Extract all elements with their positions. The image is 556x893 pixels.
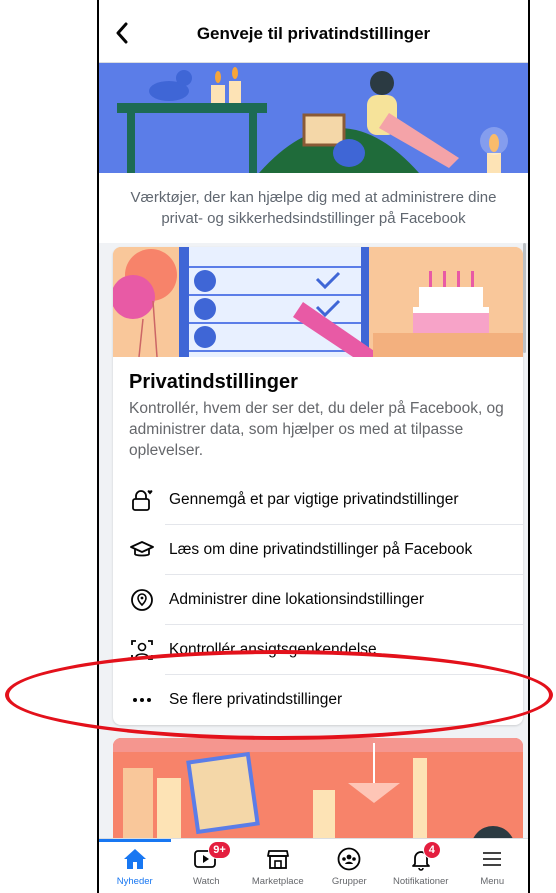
top-header: Genveje til privatindstillinger xyxy=(99,0,528,63)
hamburger-menu-icon xyxy=(478,846,506,872)
tab-notifications[interactable]: 4 Notifikationer xyxy=(385,839,457,893)
tab-groups[interactable]: Grupper xyxy=(314,839,386,893)
next-card-illustration xyxy=(113,738,523,838)
privacy-settings-card: Privatindstillinger Kontrollér, hvem der… xyxy=(113,247,523,725)
phone-screen: Genveje til privatindstillinger Værktøje… xyxy=(97,0,530,893)
option-label: Administrer dine lokationsindstillinger xyxy=(169,591,425,608)
option-location-settings[interactable]: Administrer dine lokationsindstillinger xyxy=(113,575,523,625)
tab-label: Watch xyxy=(192,876,220,887)
tab-label: Notifikationer xyxy=(393,876,449,887)
tab-label: Menu xyxy=(480,876,505,887)
intro-text: Værktøjer, der kan hjælpe dig med at adm… xyxy=(99,173,528,243)
tab-news-feed[interactable]: Nyheder xyxy=(99,839,171,893)
bell-icon: 4 xyxy=(407,841,441,872)
bottom-tab-bar: Nyheder 9+ Watch Marketplace Grupper 4 N… xyxy=(99,838,528,893)
tab-label: Nyheder xyxy=(116,876,153,887)
more-dots-icon xyxy=(129,687,155,713)
option-label: Læs om dine privatindstillinger på Faceb… xyxy=(169,541,473,558)
notifications-badge: 4 xyxy=(422,841,441,859)
option-label: Gennemgå et par vigtige privatindstillin… xyxy=(169,491,459,508)
location-pin-icon xyxy=(129,587,155,613)
tab-menu[interactable]: Menu xyxy=(457,839,529,893)
tab-watch[interactable]: 9+ Watch xyxy=(171,839,243,893)
tab-label: Marketplace xyxy=(251,876,304,887)
option-face-recognition[interactable]: Kontrollér ansigtsgenkendelse xyxy=(113,625,523,675)
hero-illustration xyxy=(99,63,528,173)
groups-icon xyxy=(335,846,363,872)
graduation-cap-icon xyxy=(129,537,155,563)
option-learn-privacy[interactable]: Læs om dine privatindstillinger på Faceb… xyxy=(113,525,523,575)
marketplace-shop-icon xyxy=(264,846,292,872)
watch-badge: 9+ xyxy=(208,841,231,859)
lock-heart-icon xyxy=(129,487,155,513)
tab-marketplace[interactable]: Marketplace xyxy=(242,839,314,893)
card-description: Kontrollér, hvem der ser det, du deler p… xyxy=(129,400,504,459)
tab-label: Grupper xyxy=(331,876,367,887)
option-label: Se flere privatindstillinger xyxy=(169,691,343,708)
scrollbar[interactable] xyxy=(523,243,526,353)
option-label: Kontrollér ansigtsgenkendelse xyxy=(169,641,377,658)
option-review-privacy[interactable]: Gennemgå et par vigtige privatindstillin… xyxy=(113,475,523,525)
page-title: Genveje til privatindstillinger xyxy=(196,24,431,43)
scroll-content: Værktøjer, der kan hjælpe dig med at adm… xyxy=(99,63,528,838)
face-recognition-icon xyxy=(129,637,155,663)
home-icon xyxy=(121,846,149,872)
option-more-privacy[interactable]: Se flere privatindstillinger xyxy=(113,675,523,725)
card-title: Privatindstillinger xyxy=(129,371,298,393)
watch-video-icon: 9+ xyxy=(192,841,231,872)
card-illustration xyxy=(113,247,523,357)
